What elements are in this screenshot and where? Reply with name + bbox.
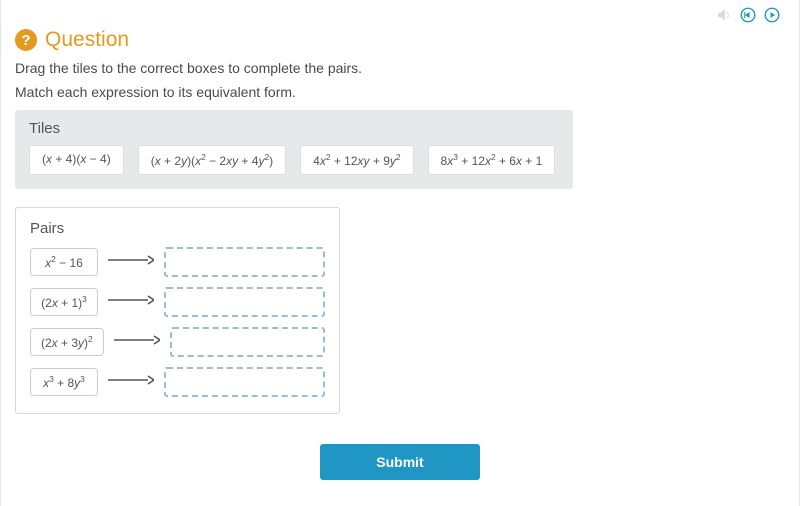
pair-row: (2x + 3y)2 (30, 327, 325, 357)
pair-row: x2 − 16 (30, 247, 325, 277)
question-header: ? Question (15, 28, 785, 52)
drop-target[interactable] (170, 327, 325, 357)
next-icon[interactable] (763, 6, 781, 24)
instruction-line-2: Match each expression to its equivalent … (15, 84, 785, 100)
arrow-icon (108, 253, 154, 271)
tiles-title: Tiles (29, 120, 559, 137)
drop-target[interactable] (164, 367, 325, 397)
top-controls (15, 0, 785, 28)
tiles-panel: Tiles (x + 4)(x − 4) (x + 2y)(x2 − 2xy +… (15, 110, 573, 189)
tile[interactable]: 8x3 + 12x2 + 6x + 1 (428, 145, 556, 175)
tile[interactable]: (x + 4)(x − 4) (29, 145, 124, 175)
tile[interactable]: (x + 2y)(x2 − 2xy + 4y2) (138, 145, 286, 175)
tile[interactable]: 4x2 + 12xy + 9y2 (300, 145, 413, 175)
submit-bar: Submit (15, 444, 785, 480)
pair-source: (2x + 3y)2 (30, 328, 104, 356)
pair-row: (2x + 1)3 (30, 287, 325, 317)
pairs-title: Pairs (30, 220, 325, 237)
submit-button[interactable]: Submit (320, 444, 480, 480)
arrow-icon (108, 293, 154, 311)
pairs-panel: Pairs x2 − 16 (2x + 1)3 (2x + 3y)2 x3 + … (15, 207, 340, 414)
pair-source: x2 − 16 (30, 248, 98, 276)
drop-target[interactable] (164, 247, 325, 277)
instruction-line-1: Drag the tiles to the correct boxes to c… (15, 60, 785, 76)
previous-icon[interactable] (739, 6, 757, 24)
pair-source: (2x + 1)3 (30, 288, 98, 316)
drop-target[interactable] (164, 287, 325, 317)
pair-source: x3 + 8y3 (30, 368, 98, 396)
pair-row: x3 + 8y3 (30, 367, 325, 397)
audio-icon[interactable] (715, 6, 733, 24)
tiles-row: (x + 4)(x − 4) (x + 2y)(x2 − 2xy + 4y2) … (29, 145, 559, 175)
arrow-icon (108, 373, 154, 391)
question-mark-icon: ? (15, 29, 37, 51)
arrow-icon (114, 333, 160, 351)
question-title: Question (45, 28, 129, 52)
